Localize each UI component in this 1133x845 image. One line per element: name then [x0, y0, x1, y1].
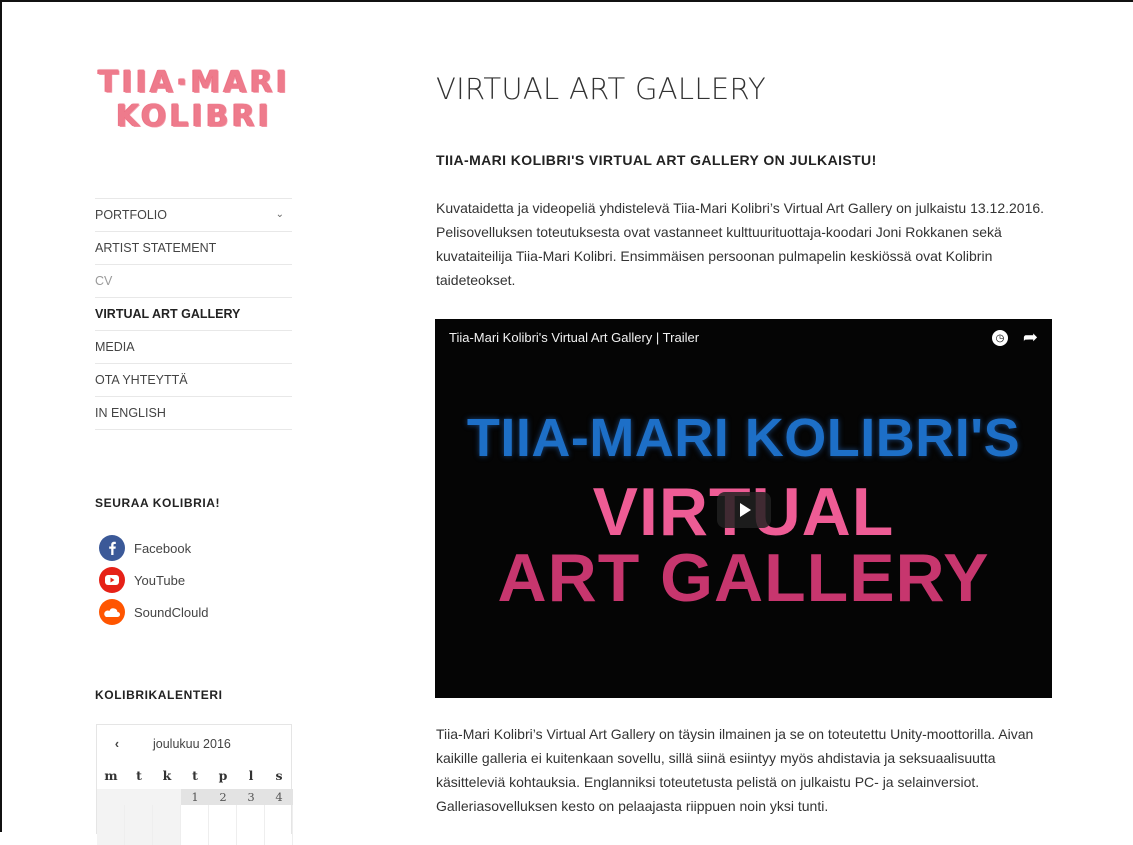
- calendar-grid: m t k t p l s 1 2 3 4: [97, 763, 293, 845]
- social-link-youtube[interactable]: YouTube: [99, 564, 208, 596]
- nav-item-label: OTA YHTEYTTÄ: [95, 373, 188, 387]
- weekday-label: s: [275, 768, 283, 783]
- social-link-label: SoundClould: [134, 604, 209, 620]
- social-link-label: Facebook: [134, 540, 192, 556]
- follow-widget-title: SEURAA KOLIBRIA!: [95, 496, 221, 510]
- nav-item-label: IN ENGLISH: [95, 406, 166, 420]
- social-link-facebook[interactable]: Facebook: [99, 532, 208, 564]
- video-thumbnail-text-line-3: ART GALLERY: [497, 540, 990, 616]
- nav-item-cv[interactable]: CV: [95, 265, 292, 298]
- nav-item-contact[interactable]: OTA YHTEYTTÄ: [95, 364, 292, 397]
- nav-item-label: VIRTUAL ART GALLERY: [95, 307, 241, 321]
- calendar-day[interactable]: 3: [237, 789, 265, 805]
- watch-later-icon[interactable]: ◷: [992, 330, 1008, 346]
- facebook-icon: [99, 535, 125, 561]
- sidebar: TIIA·MARI KOLIBRI PORTFOLIO ⌄ ARTIST STA…: [2, 2, 359, 845]
- play-icon: [740, 503, 751, 517]
- video-thumbnail-text-line-1: TIIA-MARI KOLIBRI'S: [466, 408, 1021, 468]
- event-calendar: ‹ joulukuu 2016 m t k t p l s 1 2 3 4: [96, 724, 293, 845]
- weekday-label: t: [136, 768, 142, 783]
- calendar-header: ‹ joulukuu 2016: [97, 725, 291, 763]
- nav-item-in-english[interactable]: IN ENGLISH: [95, 397, 292, 430]
- weekday-label: p: [218, 768, 228, 783]
- calendar-day-cell: [181, 805, 209, 845]
- calendar-empty-cell: [125, 789, 153, 805]
- nav-item-label: CV: [95, 274, 113, 288]
- main-navigation: PORTFOLIO ⌄ ARTIST STATEMENT CV VIRTUAL …: [95, 198, 292, 430]
- calendar-day-cell: [97, 805, 125, 845]
- nav-item-label: MEDIA: [95, 340, 135, 354]
- social-link-soundcloud[interactable]: SoundClould: [99, 596, 208, 628]
- nav-item-label: ARTIST STATEMENT: [95, 241, 217, 255]
- weekday-label: m: [104, 768, 118, 783]
- logo-line-1: TIIA·MARI: [98, 65, 290, 100]
- calendar-empty-cell: [97, 789, 125, 805]
- site-logo[interactable]: TIIA·MARI KOLIBRI: [94, 66, 294, 138]
- weekday-label: k: [162, 768, 172, 783]
- calendar-day-cell: [209, 805, 237, 845]
- weekday-label: l: [248, 768, 254, 783]
- calendar-day-cell: [153, 805, 181, 845]
- calendar-month: joulukuu 2016: [153, 737, 231, 751]
- soundcloud-icon: [99, 599, 125, 625]
- video-title[interactable]: Tiia-Mari Kolibri's Virtual Art Gallery …: [449, 330, 699, 345]
- article-subheading: TIIA-MARI KOLIBRI'S VIRTUAL ART GALLERY …: [436, 152, 877, 168]
- social-links: Facebook YouTube SoundClould: [99, 532, 208, 628]
- calendar-widget-title: KOLIBRIKALENTERI: [95, 688, 223, 702]
- share-icon[interactable]: ➦: [1023, 327, 1038, 348]
- calendar-day[interactable]: 2: [209, 789, 237, 805]
- article-paragraph-2: Tiia-Mari Kolibri’s Virtual Art Gallery …: [436, 726, 1034, 814]
- nav-item-virtual-art-gallery[interactable]: VIRTUAL ART GALLERY: [95, 298, 292, 331]
- previous-month-button[interactable]: ‹: [107, 725, 127, 763]
- nav-item-label: PORTFOLIO: [95, 208, 168, 222]
- nav-item-media[interactable]: MEDIA: [95, 331, 292, 364]
- youtube-icon: [99, 567, 125, 593]
- calendar-day-cell: [265, 805, 293, 845]
- video-player[interactable]: Tiia-Mari Kolibri's Virtual Art Gallery …: [435, 319, 1052, 698]
- nav-item-portfolio[interactable]: PORTFOLIO ⌄: [95, 199, 292, 232]
- calendar-day[interactable]: 4: [265, 789, 293, 805]
- page-title: VIRTUAL ART GALLERY: [436, 72, 767, 106]
- calendar-day-cell: [125, 805, 153, 845]
- social-link-label: YouTube: [134, 572, 186, 588]
- weekday-label: t: [192, 768, 198, 783]
- play-button[interactable]: [717, 492, 771, 528]
- calendar-day[interactable]: 1: [181, 789, 209, 805]
- chevron-down-icon[interactable]: ⌄: [276, 199, 284, 231]
- article-paragraph-1: Kuvataidetta ja videopeliä yhdistelevä T…: [436, 200, 1045, 288]
- nav-item-artist-statement[interactable]: ARTIST STATEMENT: [95, 232, 292, 265]
- calendar-day-cell: [237, 805, 265, 845]
- logo-line-2: KOLIBRI: [116, 99, 272, 134]
- calendar-empty-cell: [153, 789, 181, 805]
- main-content: VIRTUAL ART GALLERY TIIA-MARI KOLIBRI'S …: [358, 2, 1133, 832]
